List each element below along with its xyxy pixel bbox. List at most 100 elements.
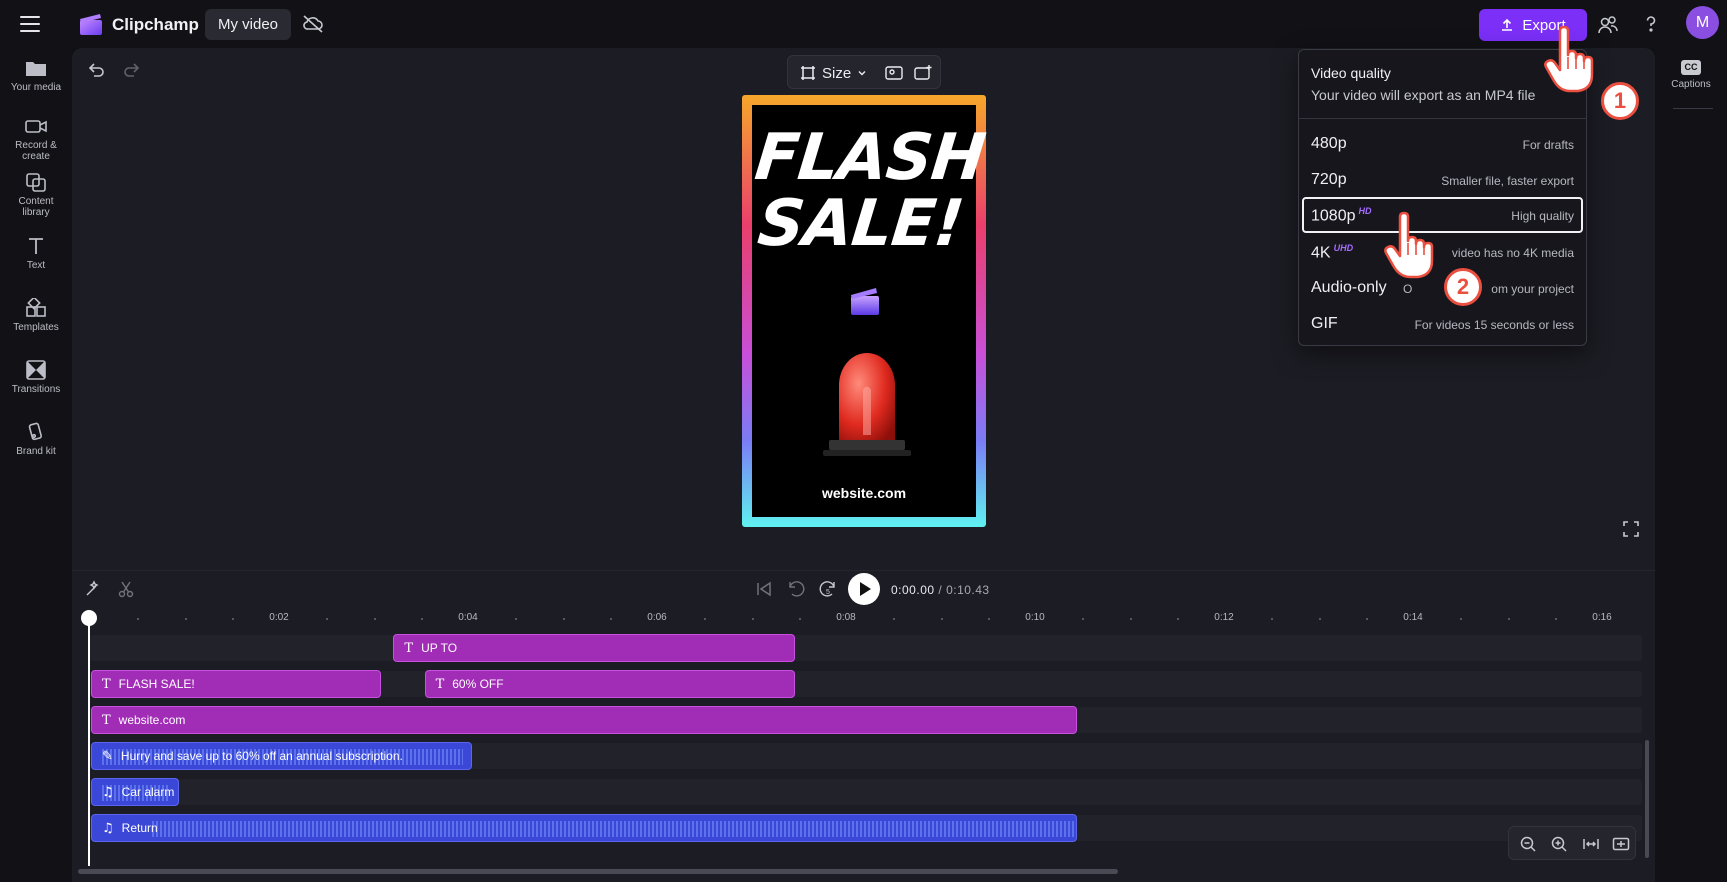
templates-icon <box>26 298 46 317</box>
help-icon[interactable] <box>1640 13 1662 35</box>
sidebar-item-your-media[interactable]: Your media <box>0 58 72 93</box>
fullscreen-icon[interactable] <box>1622 520 1640 538</box>
size-dropdown[interactable]: Size <box>800 63 867 83</box>
voiceover-icon: ✎ <box>102 748 113 764</box>
sidebar-item-label: Your media <box>10 82 62 93</box>
sidebar-item-templates[interactable]: Templates <box>0 298 72 333</box>
menu-icon[interactable] <box>20 14 42 34</box>
clapperboard-icon <box>851 288 879 315</box>
siren-icon <box>823 353 911 456</box>
magic-sparkle-icon[interactable] <box>84 580 102 598</box>
scissors-icon[interactable] <box>117 580 135 598</box>
step-badge-2: 2 <box>1444 268 1482 306</box>
voice-clip[interactable]: ✎ Hurry and save up to 60% off an annual … <box>91 742 472 770</box>
menu-title: Video quality <box>1311 65 1391 81</box>
pointing-hand-cursor-icon <box>1384 211 1434 279</box>
rail-divider <box>1673 108 1713 109</box>
quality-option-720p[interactable]: 720p Smaller file, faster export <box>1302 162 1583 198</box>
app-title: Clipchamp <box>112 15 199 34</box>
ruler-tick-dot <box>609 618 612 620</box>
ruler-tick-label: 0:14 <box>1403 612 1423 623</box>
zoom-controls <box>1508 826 1636 860</box>
background-fill-icon[interactable] <box>884 64 904 82</box>
quality-option-audio-only[interactable]: Audio-only O om your project <box>1302 270 1583 306</box>
sidebar-item-brand-kit[interactable]: Brand kit <box>0 422 72 457</box>
total-time: 0:10.43 <box>946 583 990 597</box>
play-icon <box>860 582 871 596</box>
timeline-horizontal-scrollbar[interactable] <box>78 869 1118 874</box>
text-clip[interactable]: T UP TO <box>393 634 796 662</box>
rewind-5s-icon[interactable] <box>786 579 806 599</box>
add-caption-icon[interactable] <box>913 64 933 82</box>
quality-option-1080p[interactable]: 1080p HD High quality <box>1302 197 1583 233</box>
ruler-tick-dot <box>893 618 896 620</box>
video-preview[interactable]: FLASH SALE! website.com <box>742 95 988 527</box>
text-clip[interactable]: T FLASH SALE! <box>91 670 382 698</box>
ruler-tick-dot <box>751 618 754 620</box>
sidebar-item-label: Record & create <box>15 140 57 162</box>
music-clip[interactable]: ♫ Return <box>91 814 1077 842</box>
pointing-hand-cursor-icon <box>1544 25 1594 93</box>
timeline-vertical-scrollbar[interactable] <box>1645 740 1649 858</box>
fit-timeline-icon[interactable] <box>1582 835 1600 853</box>
ruler-tick-dot <box>373 618 376 620</box>
quality-option-4k[interactable]: 4K UHD video has no 4K media <box>1302 234 1583 270</box>
option-label-wrap: 1080p HD <box>1311 206 1372 225</box>
ruler-tick-dot <box>326 618 329 620</box>
forward-5s-icon[interactable]: 5 <box>818 579 838 599</box>
ruler-tick-dot <box>798 618 801 620</box>
current-time: 0:00.00 <box>891 583 935 597</box>
clip-label: Car alarm <box>121 785 175 799</box>
redo-icon[interactable] <box>122 60 142 80</box>
ruler-tick-label: 0:08 <box>836 612 856 623</box>
zoom-out-icon[interactable] <box>1519 835 1537 853</box>
quality-option-480p[interactable]: 480p For drafts <box>1302 126 1583 162</box>
project-name-field[interactable]: My video <box>205 9 292 40</box>
text-clip[interactable]: T 60% OFF <box>424 670 796 698</box>
play-button[interactable] <box>848 573 880 605</box>
sidebar-item-content-library[interactable]: Content library <box>0 172 72 218</box>
text-clip[interactable]: Twebsite.com <box>91 706 1077 734</box>
option-description: om your project <box>1491 282 1574 296</box>
sidebar-item-label: Content library <box>18 196 54 218</box>
sidebar-item-transitions[interactable]: Transitions <box>0 360 72 395</box>
music-note-icon: ♫ <box>102 820 114 836</box>
option-label-wrap: 4K UHD <box>1311 243 1353 262</box>
menu-subtitle: Your video will export as an MP4 file <box>1311 87 1536 103</box>
folder-icon <box>26 62 46 76</box>
toggle-waveform-icon[interactable] <box>1612 835 1630 853</box>
timeline-track <box>90 779 1642 805</box>
quality-option-gif[interactable]: GIF For videos 15 seconds or less <box>1302 306 1583 342</box>
step-badge-1: 1 <box>1601 82 1639 120</box>
ruler-tick-dot <box>1176 618 1179 620</box>
ruler-tick-dot <box>231 618 234 620</box>
ruler-tick-label: 0:04 <box>458 612 478 623</box>
option-label: Audio-only <box>1311 279 1387 296</box>
ruler-tick-dot <box>1365 618 1368 620</box>
option-label: 1080p <box>1311 207 1356 225</box>
chevron-down-icon <box>858 71 866 76</box>
ruler-tick-dot <box>1082 618 1085 620</box>
timeline-ruler[interactable]: 0:02 0:04 0:06 0:08 0:10 0:12 0:14 0:16 <box>84 612 1655 628</box>
skip-to-start-icon[interactable] <box>755 580 773 598</box>
playhead-handle[interactable] <box>81 610 97 626</box>
menu-divider <box>1299 118 1586 119</box>
sidebar-item-record-create[interactable]: Record & create <box>0 116 72 162</box>
transitions-icon <box>26 360 46 380</box>
sidebar-item-label: Templates <box>13 322 59 333</box>
ruler-tick-label: 0:10 <box>1025 612 1045 623</box>
right-rail: CC Captions <box>1655 48 1727 882</box>
clip-label: 60% OFF <box>452 677 504 691</box>
zoom-in-icon[interactable] <box>1550 835 1568 853</box>
captions-button[interactable]: CC Captions <box>1655 60 1727 90</box>
clip-label: UP TO <box>421 641 458 655</box>
user-avatar[interactable]: M <box>1686 6 1719 39</box>
sidebar-item-label: Text <box>26 260 46 271</box>
sidebar-item-text[interactable]: Text <box>0 236 72 271</box>
cloud-off-icon[interactable] <box>302 14 324 34</box>
music-clip[interactable]: ♫ Car alarm <box>91 778 179 806</box>
undo-icon[interactable] <box>86 60 106 80</box>
audio-waveform <box>152 821 1076 837</box>
ruler-tick-dot <box>987 618 990 620</box>
playhead[interactable] <box>88 618 90 866</box>
